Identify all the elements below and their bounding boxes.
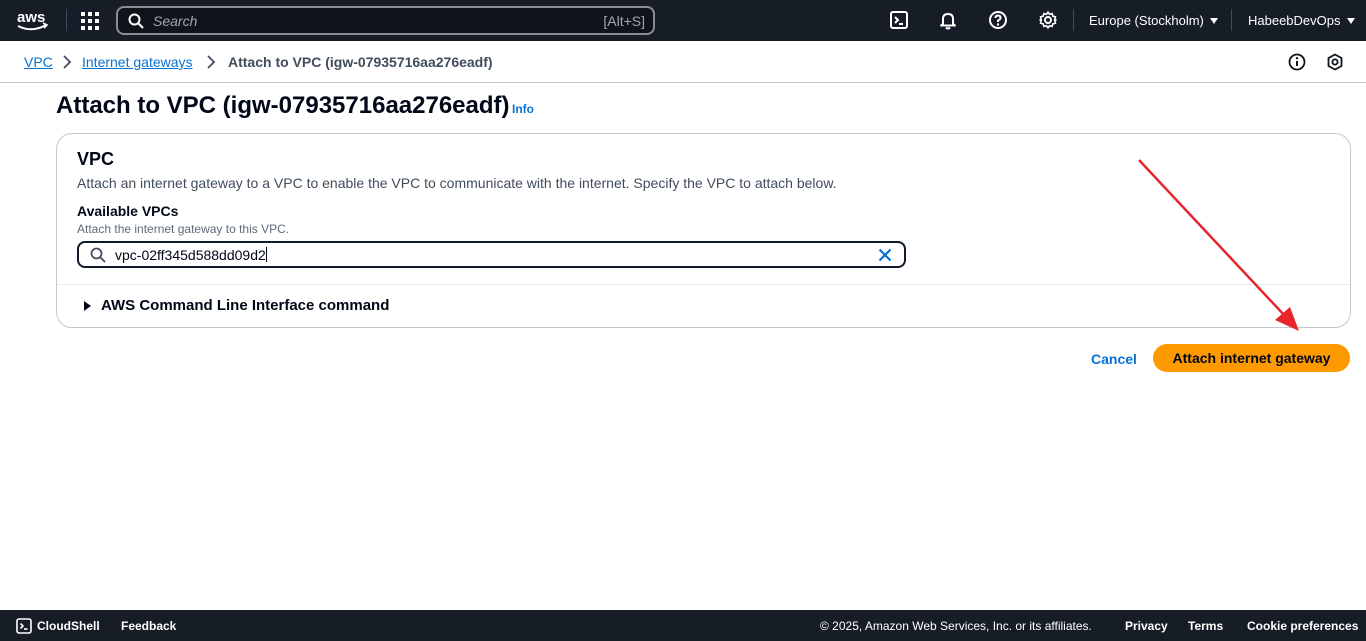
settings-hexagon-icon[interactable] <box>1326 53 1344 71</box>
account-menu[interactable]: HabeebDevOps <box>1248 13 1355 28</box>
section-divider <box>57 284 1350 285</box>
account-label: HabeebDevOps <box>1248 13 1341 28</box>
top-navigation: aws Search [Alt+S] Europe (Stockholm) Ha… <box>0 0 1366 41</box>
chevron-right-icon <box>207 55 216 69</box>
search-shortcut: [Alt+S] <box>603 13 645 29</box>
apps-grid-icon[interactable] <box>79 10 101 32</box>
breadcrumb: VPC Internet gateways Attach to VPC (igw… <box>0 41 1366 83</box>
cancel-button[interactable]: Cancel <box>1086 345 1142 372</box>
help-icon[interactable] <box>988 10 1008 30</box>
info-icon[interactable] <box>1288 53 1306 71</box>
nav-divider <box>66 9 67 31</box>
vpc-section-description: Attach an internet gateway to a VPC to e… <box>77 175 837 191</box>
svg-text:aws: aws <box>17 9 45 26</box>
available-vpcs-label: Available VPCs <box>77 203 179 219</box>
chevron-right-icon <box>63 55 72 69</box>
footer: CloudShell Feedback © 2025, Amazon Web S… <box>0 610 1366 641</box>
search-icon <box>128 13 144 29</box>
breadcrumb-internet-gateways[interactable]: Internet gateways <box>82 54 193 70</box>
nav-divider <box>1073 9 1074 31</box>
search-placeholder: Search <box>153 13 198 29</box>
vpc-section-heading: VPC <box>77 149 115 169</box>
cloudshell-icon[interactable] <box>889 10 909 30</box>
caret-down-icon <box>1209 18 1218 24</box>
terms-link[interactable]: Terms <box>1188 619 1223 633</box>
cli-command-expander[interactable]: AWS Command Line Interface command <box>84 297 389 314</box>
region-selector[interactable]: Europe (Stockholm) <box>1089 13 1218 28</box>
available-vpcs-hint: Attach the internet gateway to this VPC. <box>77 222 290 236</box>
cloudshell-icon[interactable] <box>16 618 32 634</box>
page-title: Attach to VPC (igw-07935716aa276eadf) <box>56 92 510 119</box>
info-link[interactable]: Info <box>512 102 534 116</box>
global-search-input[interactable]: Search [Alt+S] <box>116 6 655 35</box>
cookie-preferences-link[interactable]: Cookie preferences <box>1247 619 1358 633</box>
breadcrumb-current: Attach to VPC (igw-07935716aa276eadf) <box>228 54 493 70</box>
breadcrumb-vpc[interactable]: VPC <box>24 54 53 70</box>
feedback-link[interactable]: Feedback <box>121 619 176 633</box>
close-icon[interactable] <box>877 247 893 263</box>
privacy-link[interactable]: Privacy <box>1125 619 1168 633</box>
caret-down-icon <box>1346 18 1355 24</box>
caret-right-icon <box>84 300 91 311</box>
copyright-text: © 2025, Amazon Web Services, Inc. or its… <box>820 619 1092 633</box>
search-icon <box>90 247 106 263</box>
aws-logo[interactable]: aws <box>15 7 51 33</box>
bell-icon[interactable] <box>938 10 958 30</box>
region-label: Europe (Stockholm) <box>1089 13 1204 28</box>
vpc-container: VPC Attach an internet gateway to a VPC … <box>56 133 1351 328</box>
cloudshell-link[interactable]: CloudShell <box>37 619 100 633</box>
nav-divider <box>1231 9 1232 31</box>
vpc-input-value: vpc-02ff345d588dd09d2 <box>115 247 267 263</box>
vpc-autosuggest-input[interactable]: vpc-02ff345d588dd09d2 <box>77 241 906 268</box>
attach-internet-gateway-button[interactable]: Attach internet gateway <box>1153 344 1350 372</box>
gear-icon[interactable] <box>1038 10 1058 30</box>
cli-command-label: AWS Command Line Interface command <box>101 297 390 314</box>
